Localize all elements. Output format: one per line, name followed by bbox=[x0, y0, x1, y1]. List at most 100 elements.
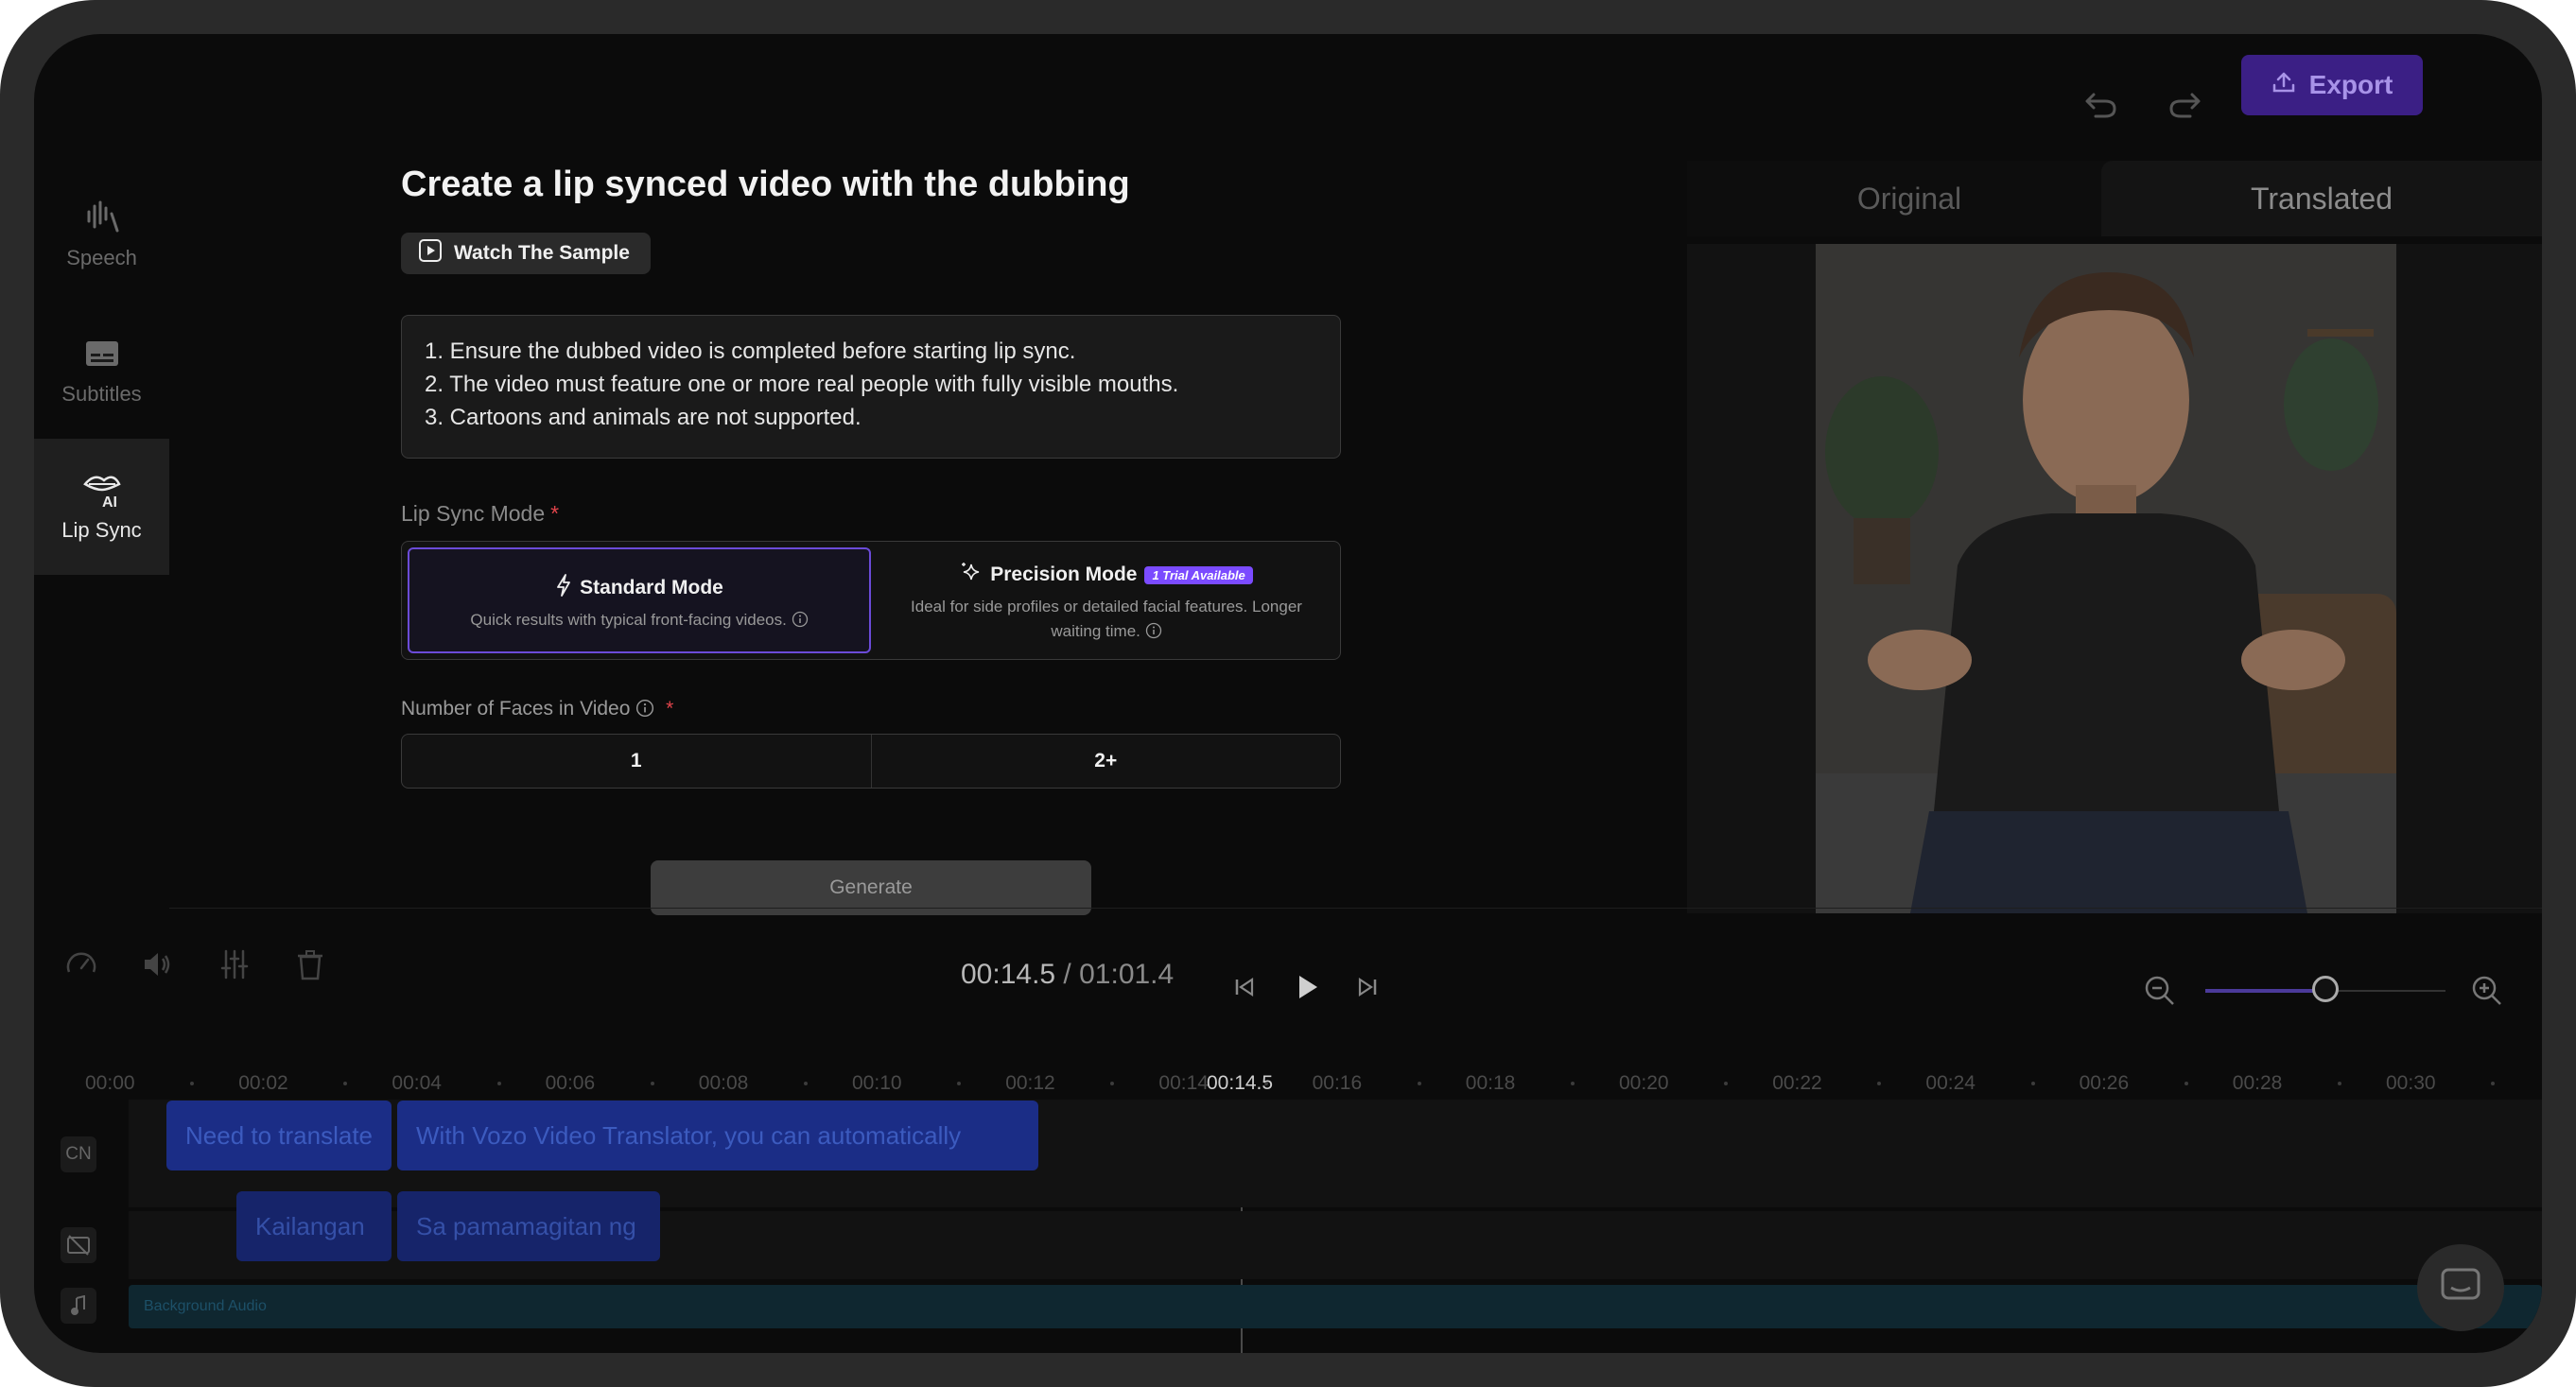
total-time: 01:01.4 bbox=[1079, 959, 1175, 990]
timeline-divider bbox=[169, 908, 2542, 909]
precision-mode-desc: Ideal for side profiles or detailed faci… bbox=[877, 595, 1336, 644]
lip-sync-mode-text: Lip Sync Mode bbox=[401, 501, 546, 526]
ruler-tick-dot bbox=[1417, 1082, 1421, 1085]
playback-time: 00:14.5 / 01:01.4 bbox=[961, 959, 1174, 991]
ruler-tick-label: 00:16 bbox=[1312, 1072, 1363, 1094]
sidebar-item-label: Subtitles bbox=[61, 382, 142, 406]
undo-icon[interactable] bbox=[2084, 91, 2118, 124]
ruler-tick-label: 00:26 bbox=[2079, 1072, 2130, 1094]
play-icon[interactable] bbox=[1292, 972, 1322, 1007]
redo-icon[interactable] bbox=[2167, 91, 2202, 124]
music-note-icon bbox=[61, 1288, 96, 1324]
skip-back-icon[interactable] bbox=[1231, 974, 1258, 1005]
ruler-tick-label: 00:30 bbox=[2386, 1072, 2436, 1094]
info-icon[interactable] bbox=[635, 698, 654, 720]
play-video-icon bbox=[418, 238, 443, 269]
ruler-tick-dot bbox=[1877, 1082, 1882, 1085]
standard-mode-label: Standard Mode bbox=[580, 577, 723, 598]
faces-selector: 1 2+ bbox=[401, 734, 1341, 789]
ruler-tick-dot bbox=[2030, 1082, 2035, 1085]
zoom-in-icon[interactable] bbox=[2470, 974, 2504, 1013]
skip-forward-icon[interactable] bbox=[1354, 974, 1381, 1005]
precision-mode-title: Precision Mode 1 Trial Available bbox=[877, 561, 1336, 589]
speed-icon[interactable] bbox=[64, 947, 98, 986]
subtitle-clip[interactable]: Kailangan bbox=[236, 1191, 392, 1261]
tab-original[interactable]: Original bbox=[1687, 161, 2132, 236]
equalizer-icon[interactable] bbox=[218, 947, 252, 986]
faces-option-1[interactable]: 1 bbox=[402, 735, 871, 788]
time-separator: / bbox=[1055, 959, 1080, 990]
standard-mode-title: Standard Mode bbox=[409, 574, 869, 602]
chat-support-button[interactable] bbox=[2417, 1244, 2504, 1331]
ruler-tick-label: 00:00 bbox=[85, 1072, 135, 1094]
upload-icon bbox=[2271, 70, 2296, 101]
ruler-tick-label: 00:04 bbox=[392, 1072, 442, 1094]
subtitle-clip[interactable]: With Vozo Video Translator, you can auto… bbox=[397, 1101, 1038, 1170]
note-line: 1. Ensure the dubbed video is completed … bbox=[425, 338, 1076, 364]
ruler-tick-label: 00:28 bbox=[2232, 1072, 2283, 1094]
ruler-tick-label: 00:10 bbox=[852, 1072, 902, 1094]
ruler-tick-label: 00:24 bbox=[1925, 1072, 1976, 1094]
device-frame: Speech Subtitles AI Lip Sync Create a li… bbox=[0, 0, 2576, 1387]
faces-label: Number of Faces in Video * bbox=[401, 698, 673, 720]
faces-label-text: Number of Faces in Video bbox=[401, 698, 631, 720]
trial-badge: 1 Trial Available bbox=[1144, 565, 1253, 584]
ruler-tick-dot bbox=[190, 1082, 195, 1085]
ruler-tick-label: 00:08 bbox=[698, 1072, 749, 1094]
ruler-tick-dot bbox=[803, 1082, 808, 1085]
subtitle-clip[interactable]: Sa pamamagitan ng bbox=[397, 1191, 660, 1261]
export-button[interactable]: Export bbox=[2241, 55, 2423, 115]
ruler-tick-dot bbox=[2184, 1082, 2188, 1085]
hidden-track-icon[interactable] bbox=[61, 1227, 96, 1263]
standard-mode-desc-text: Quick results with typical front-facing … bbox=[470, 611, 787, 629]
video-frame bbox=[1816, 244, 2396, 913]
svg-text:AI: AI bbox=[102, 494, 117, 509]
lightning-icon bbox=[555, 574, 572, 602]
precision-mode-label: Precision Mode bbox=[990, 563, 1138, 585]
precision-mode-desc-text: waiting time. bbox=[1051, 622, 1140, 640]
sidebar-item-label: Speech bbox=[66, 246, 137, 269]
tab-translated[interactable]: Translated bbox=[2101, 161, 2542, 236]
watch-sample-button[interactable]: Watch The Sample bbox=[401, 233, 651, 274]
precision-mode-desc-line-2: waiting time. bbox=[886, 619, 1327, 644]
sidebar-item-subtitles[interactable]: Subtitles bbox=[34, 303, 169, 439]
sidebar-item-label: Lip Sync bbox=[61, 518, 142, 542]
zoom-slider-fill bbox=[2205, 989, 2326, 993]
sidebar-item-speech[interactable]: Speech bbox=[34, 166, 169, 303]
ruler-tick-dot bbox=[496, 1082, 501, 1085]
zoom-out-icon[interactable] bbox=[2143, 974, 2177, 1013]
required-mark: * bbox=[550, 501, 560, 526]
background-audio-clip[interactable]: Background Audio bbox=[129, 1285, 2542, 1328]
required-mark: * bbox=[666, 698, 674, 720]
ruler-tick-label: 00:18 bbox=[1465, 1072, 1516, 1094]
info-icon[interactable] bbox=[1145, 622, 1162, 640]
faces-option-2-plus[interactable]: 2+ bbox=[870, 735, 1341, 788]
subtitles-icon bbox=[83, 335, 121, 373]
zoom-slider-handle[interactable] bbox=[2312, 976, 2339, 1002]
standard-mode-option[interactable]: Standard Mode Quick results with typical… bbox=[408, 547, 871, 653]
ruler-tick-label: 00:20 bbox=[1619, 1072, 1669, 1094]
info-icon[interactable] bbox=[792, 611, 809, 629]
ruler-tick-label: 00:02 bbox=[238, 1072, 288, 1094]
trash-icon[interactable] bbox=[293, 947, 327, 986]
ai-lips-icon: AI bbox=[81, 471, 123, 509]
ruler-tick-dot bbox=[343, 1082, 348, 1085]
ruler-tick-dot bbox=[1724, 1082, 1729, 1085]
ruler-tick-dot bbox=[957, 1082, 962, 1085]
ruler-tick-label: 00:14 bbox=[1158, 1072, 1209, 1094]
app-screen: Speech Subtitles AI Lip Sync Create a li… bbox=[34, 34, 2542, 1353]
requirements-notes: 1. Ensure the dubbed video is completed … bbox=[401, 315, 1341, 459]
sparkle-icon bbox=[960, 561, 983, 589]
lip-sync-mode-label: Lip Sync Mode * bbox=[401, 501, 559, 527]
lip-sync-mode-selector: Standard Mode Quick results with typical… bbox=[401, 541, 1341, 660]
sidebar-item-lip-sync[interactable]: AI Lip Sync bbox=[34, 439, 169, 575]
page-title: Create a lip synced video with the dubbi… bbox=[401, 165, 1130, 204]
ruler-tick-label: 00:22 bbox=[1772, 1072, 1822, 1094]
ruler-tick-dot bbox=[2491, 1082, 2496, 1085]
subtitle-clip[interactable]: Need to translate bbox=[166, 1101, 392, 1170]
precision-mode-option[interactable]: Precision Mode 1 Trial Available Ideal f… bbox=[877, 547, 1336, 653]
playhead-time: 00:14.5 bbox=[1207, 1072, 1274, 1094]
volume-icon[interactable] bbox=[140, 947, 174, 986]
track-tag-cn: CN bbox=[61, 1136, 96, 1172]
note-line: 3. Cartoons and animals are not supporte… bbox=[425, 405, 862, 430]
